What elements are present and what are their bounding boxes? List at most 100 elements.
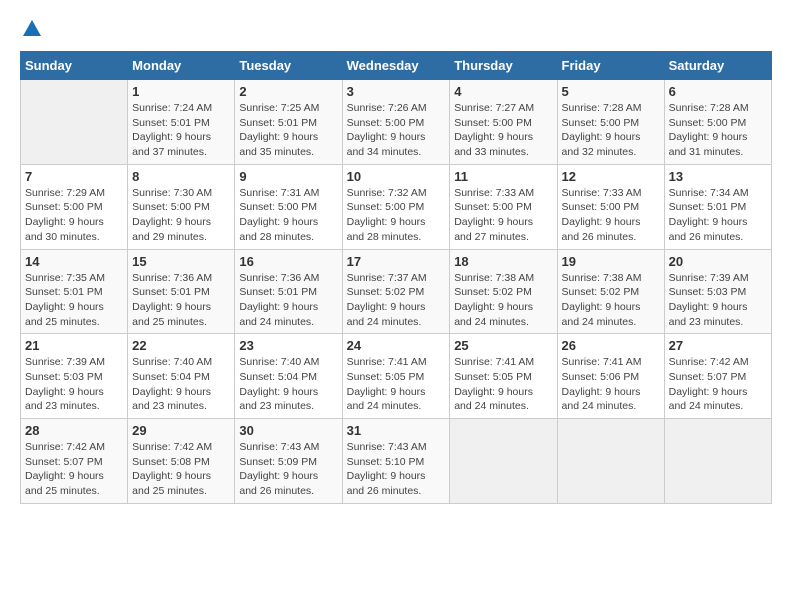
day-info: Sunrise: 7:35 AMSunset: 5:01 PMDaylight:… xyxy=(25,271,123,330)
calendar-cell: 20 Sunrise: 7:39 AMSunset: 5:03 PMDayligh… xyxy=(664,249,771,334)
day-number: 23 xyxy=(239,338,337,353)
day-info: Sunrise: 7:32 AMSunset: 5:00 PMDaylight:… xyxy=(347,186,446,245)
calendar-cell: 27 Sunrise: 7:42 AMSunset: 5:07 PMDayligh… xyxy=(664,334,771,419)
day-info: Sunrise: 7:41 AMSunset: 5:06 PMDaylight:… xyxy=(562,355,660,414)
day-number: 19 xyxy=(562,254,660,269)
calendar-cell: 4Sunrise: 7:27 AMSunset: 5:00 PMDaylight… xyxy=(450,80,557,165)
calendar-cell: 18 Sunrise: 7:38 AMSunset: 5:02 PMDayligh… xyxy=(450,249,557,334)
day-number: 14 xyxy=(25,254,123,269)
day-info: Sunrise: 7:40 AMSunset: 5:04 PMDaylight:… xyxy=(239,355,337,414)
day-info: Sunrise: 7:29 AMSunset: 5:00 PMDaylight:… xyxy=(25,186,123,245)
day-number: 15 xyxy=(132,254,230,269)
day-info: Sunrise: 7:31 AMSunset: 5:00 PMDaylight:… xyxy=(239,186,337,245)
calendar-cell xyxy=(557,419,664,504)
day-number: 27 xyxy=(669,338,767,353)
calendar-cell: 12 Sunrise: 7:33 AMSunset: 5:00 PMDayligh… xyxy=(557,164,664,249)
day-number: 12 xyxy=(562,169,660,184)
week-row-2: 7 Sunrise: 7:29 AMSunset: 5:00 PMDaylight… xyxy=(21,164,772,249)
day-info: Sunrise: 7:26 AMSunset: 5:00 PMDaylight:… xyxy=(347,101,446,160)
header-day-wednesday: Wednesday xyxy=(342,52,450,80)
day-number: 9 xyxy=(239,169,337,184)
calendar-header: SundayMondayTuesdayWednesdayThursdayFrid… xyxy=(21,52,772,80)
day-number: 25 xyxy=(454,338,552,353)
header-day-friday: Friday xyxy=(557,52,664,80)
header-day-tuesday: Tuesday xyxy=(235,52,342,80)
day-number: 8 xyxy=(132,169,230,184)
header-day-sunday: Sunday xyxy=(21,52,128,80)
day-number: 10 xyxy=(347,169,446,184)
day-number: 3 xyxy=(347,84,446,99)
day-number: 2 xyxy=(239,84,337,99)
calendar-cell: 25Sunrise: 7:41 AMSunset: 5:05 PMDayligh… xyxy=(450,334,557,419)
calendar-cell: 11 Sunrise: 7:33 AMSunset: 5:00 PMDayligh… xyxy=(450,164,557,249)
day-number: 6 xyxy=(669,84,767,99)
calendar-cell: 7 Sunrise: 7:29 AMSunset: 5:00 PMDaylight… xyxy=(21,164,128,249)
day-info: Sunrise: 7:39 AMSunset: 5:03 PMDaylight:… xyxy=(25,355,123,414)
day-info: Sunrise: 7:25 AMSunset: 5:01 PMDaylight:… xyxy=(239,101,337,160)
day-info: Sunrise: 7:38 AMSunset: 5:02 PMDaylight:… xyxy=(562,271,660,330)
day-info: Sunrise: 7:34 AMSunset: 5:01 PMDaylight:… xyxy=(669,186,767,245)
day-number: 7 xyxy=(25,169,123,184)
page-header xyxy=(20,20,772,41)
day-info: Sunrise: 7:36 AMSunset: 5:01 PMDaylight:… xyxy=(132,271,230,330)
day-info: Sunrise: 7:36 AMSunset: 5:01 PMDaylight:… xyxy=(239,271,337,330)
calendar-cell: 30 Sunrise: 7:43 AMSunset: 5:09 PMDayligh… xyxy=(235,419,342,504)
day-number: 20 xyxy=(669,254,767,269)
day-number: 16 xyxy=(239,254,337,269)
day-number: 18 xyxy=(454,254,552,269)
calendar-cell: 2 Sunrise: 7:25 AMSunset: 5:01 PMDaylight… xyxy=(235,80,342,165)
day-info: Sunrise: 7:28 AMSunset: 5:00 PMDaylight:… xyxy=(562,101,660,160)
day-number: 24 xyxy=(347,338,446,353)
day-info: Sunrise: 7:24 AMSunset: 5:01 PMDaylight:… xyxy=(132,101,230,160)
calendar-cell: 21 Sunrise: 7:39 AMSunset: 5:03 PMDayligh… xyxy=(21,334,128,419)
day-info: Sunrise: 7:40 AMSunset: 5:04 PMDaylight:… xyxy=(132,355,230,414)
header-day-monday: Monday xyxy=(128,52,235,80)
calendar-cell: 29Sunrise: 7:42 AMSunset: 5:08 PMDayligh… xyxy=(128,419,235,504)
calendar-cell: 22 Sunrise: 7:40 AMSunset: 5:04 PMDayligh… xyxy=(128,334,235,419)
calendar-cell: 17 Sunrise: 7:37 AMSunset: 5:02 PMDayligh… xyxy=(342,249,450,334)
calendar-cell: 10 Sunrise: 7:32 AMSunset: 5:00 PMDayligh… xyxy=(342,164,450,249)
day-info: Sunrise: 7:33 AMSunset: 5:00 PMDaylight:… xyxy=(562,186,660,245)
calendar-table: SundayMondayTuesdayWednesdayThursdayFrid… xyxy=(20,51,772,504)
day-number: 22 xyxy=(132,338,230,353)
calendar-cell: 14 Sunrise: 7:35 AMSunset: 5:01 PMDayligh… xyxy=(21,249,128,334)
day-info: Sunrise: 7:39 AMSunset: 5:03 PMDaylight:… xyxy=(669,271,767,330)
day-info: Sunrise: 7:41 AMSunset: 5:05 PMDaylight:… xyxy=(347,355,446,414)
day-info: Sunrise: 7:28 AMSunset: 5:00 PMDaylight:… xyxy=(669,101,767,160)
day-number: 1 xyxy=(132,84,230,99)
day-number: 21 xyxy=(25,338,123,353)
header-row: SundayMondayTuesdayWednesdayThursdayFrid… xyxy=(21,52,772,80)
calendar-cell: 1 Sunrise: 7:24 AMSunset: 5:01 PMDaylight… xyxy=(128,80,235,165)
calendar-cell: 5Sunrise: 7:28 AMSunset: 5:00 PMDaylight… xyxy=(557,80,664,165)
day-number: 26 xyxy=(562,338,660,353)
day-number: 13 xyxy=(669,169,767,184)
day-info: Sunrise: 7:38 AMSunset: 5:02 PMDaylight:… xyxy=(454,271,552,330)
calendar-cell: 19 Sunrise: 7:38 AMSunset: 5:02 PMDayligh… xyxy=(557,249,664,334)
day-info: Sunrise: 7:42 AMSunset: 5:07 PMDaylight:… xyxy=(25,440,123,499)
week-row-4: 21 Sunrise: 7:39 AMSunset: 5:03 PMDayligh… xyxy=(21,334,772,419)
day-info: Sunrise: 7:30 AMSunset: 5:00 PMDaylight:… xyxy=(132,186,230,245)
calendar-cell: 6 Sunrise: 7:28 AMSunset: 5:00 PMDaylight… xyxy=(664,80,771,165)
calendar-cell: 8 Sunrise: 7:30 AMSunset: 5:00 PMDaylight… xyxy=(128,164,235,249)
week-row-5: 28 Sunrise: 7:42 AMSunset: 5:07 PMDayligh… xyxy=(21,419,772,504)
day-info: Sunrise: 7:37 AMSunset: 5:02 PMDaylight:… xyxy=(347,271,446,330)
logo xyxy=(20,20,41,41)
logo-triangle-icon xyxy=(23,20,41,41)
week-row-3: 14 Sunrise: 7:35 AMSunset: 5:01 PMDayligh… xyxy=(21,249,772,334)
header-day-saturday: Saturday xyxy=(664,52,771,80)
calendar-cell xyxy=(450,419,557,504)
day-info: Sunrise: 7:43 AMSunset: 5:09 PMDaylight:… xyxy=(239,440,337,499)
calendar-cell: 13 Sunrise: 7:34 AMSunset: 5:01 PMDayligh… xyxy=(664,164,771,249)
day-number: 28 xyxy=(25,423,123,438)
day-info: Sunrise: 7:42 AMSunset: 5:07 PMDaylight:… xyxy=(669,355,767,414)
week-row-1: 1 Sunrise: 7:24 AMSunset: 5:01 PMDaylight… xyxy=(21,80,772,165)
day-info: Sunrise: 7:33 AMSunset: 5:00 PMDaylight:… xyxy=(454,186,552,245)
calendar-cell: 15 Sunrise: 7:36 AMSunset: 5:01 PMDayligh… xyxy=(128,249,235,334)
calendar-cell: 23 Sunrise: 7:40 AMSunset: 5:04 PMDayligh… xyxy=(235,334,342,419)
calendar-cell: 26 Sunrise: 7:41 AMSunset: 5:06 PMDayligh… xyxy=(557,334,664,419)
calendar-cell: 24 Sunrise: 7:41 AMSunset: 5:05 PMDayligh… xyxy=(342,334,450,419)
day-number: 11 xyxy=(454,169,552,184)
day-number: 17 xyxy=(347,254,446,269)
calendar-cell: 3 Sunrise: 7:26 AMSunset: 5:00 PMDaylight… xyxy=(342,80,450,165)
day-number: 30 xyxy=(239,423,337,438)
